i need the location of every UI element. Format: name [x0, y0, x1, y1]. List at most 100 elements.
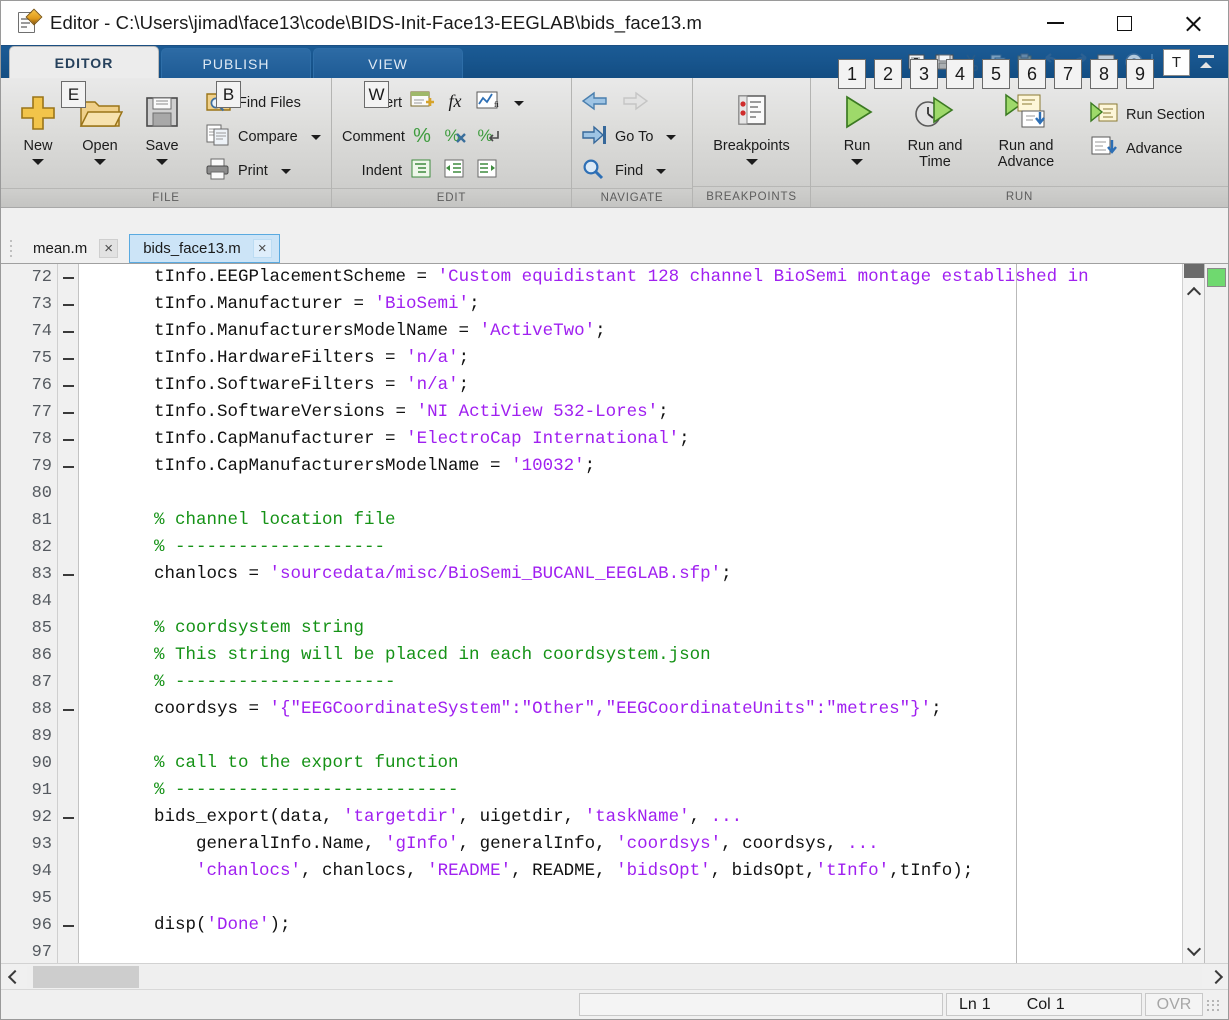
breakpoints-button[interactable]: Breakpoints: [693, 84, 810, 165]
scroll-right-button[interactable]: [1204, 965, 1228, 989]
run-section-button[interactable]: Run Section: [1087, 98, 1205, 132]
code-token: tInfo.Manufacturer =: [112, 294, 375, 314]
smart-indent-icon[interactable]: [409, 157, 435, 186]
horizontal-scrollbar-thumb[interactable]: [33, 965, 139, 988]
find-files-label: Find Files: [238, 95, 301, 111]
print-button[interactable]: Print: [203, 154, 321, 188]
new-dropdown-caret-icon[interactable]: [32, 159, 44, 165]
breakpoint-dash-icon[interactable]: [63, 412, 74, 414]
code-token: % This string will be placed in each coo…: [112, 645, 711, 665]
save-button[interactable]: Save: [131, 84, 193, 165]
indent-left-icon[interactable]: [475, 157, 501, 186]
compare-dropdown-caret-icon[interactable]: [310, 134, 321, 140]
breakpoint-dash-icon[interactable]: [63, 466, 74, 468]
go-to-button[interactable]: Go To: [578, 120, 677, 154]
minimize-button[interactable]: [1021, 1, 1090, 45]
vertical-scrollbar-thumb[interactable]: [1184, 264, 1204, 278]
insert-dropdown-caret-icon[interactable]: [514, 100, 524, 106]
run-and-time-button[interactable]: Run and Time: [893, 84, 977, 170]
code-token: , bidsOpt,: [710, 861, 816, 881]
back-arrow-icon[interactable]: [580, 89, 610, 118]
print-dropdown-caret-icon[interactable]: [280, 168, 291, 174]
tab-publish[interactable]: PUBLISH: [161, 48, 311, 78]
comment-button[interactable]: Comment % % %: [340, 120, 571, 154]
code-token: 'gInfo': [385, 834, 459, 854]
chevron-left-icon: [8, 971, 19, 982]
text-tool-button[interactable]: T: [1163, 48, 1190, 76]
maximize-button[interactable]: [1090, 1, 1159, 45]
insert-figure-icon[interactable]: fi: [475, 89, 501, 118]
comment-percent-icon[interactable]: %: [409, 123, 435, 152]
breakpoints-dropdown-caret-icon[interactable]: [745, 159, 758, 165]
find-button[interactable]: Find: [578, 154, 676, 188]
scroll-down-button[interactable]: [1184, 937, 1204, 961]
line-number: 85: [31, 619, 52, 638]
breakpoint-dash-icon[interactable]: [63, 277, 74, 279]
advance-button[interactable]: Advance: [1087, 132, 1205, 166]
file-tab-mean[interactable]: mean.m ×: [19, 234, 127, 263]
breakpoint-dash-icon[interactable]: [63, 385, 74, 387]
breakpoint-dash-icon[interactable]: [63, 331, 74, 333]
line-number: 82: [31, 538, 52, 557]
indent-right-icon[interactable]: [442, 157, 468, 186]
scroll-up-button[interactable]: [1184, 280, 1204, 304]
code-analyzer-ok-indicator[interactable]: [1207, 268, 1226, 287]
indent-button[interactable]: Indent: [340, 154, 571, 188]
line-label: Ln: [959, 995, 977, 1013]
find-dropdown-caret-icon[interactable]: [656, 168, 667, 174]
line-number-gutter[interactable]: 72 73 74 75 76 77 78 79 80 81 82 83 84 85 86 87 88 89 90 91…: [1, 264, 79, 963]
tab-view-label: VIEW: [368, 55, 408, 72]
horizontal-scrollbar[interactable]: [1, 963, 1228, 989]
insert-block-icon[interactable]: [409, 89, 435, 118]
run-and-time-icon: [910, 90, 960, 134]
compare-button[interactable]: Compare: [203, 120, 321, 154]
file-tab-bids-face13-close-icon[interactable]: ×: [252, 239, 272, 258]
title-bar: Editor - C:\Users\jimad\face13\code\BIDS…: [1, 1, 1228, 46]
collapse-ribbon-icon[interactable]: [1194, 50, 1218, 74]
tab-editor[interactable]: EDITOR: [9, 46, 159, 78]
code-token: 'ActiveTwo': [479, 321, 596, 341]
run-dropdown-caret-icon[interactable]: [851, 159, 863, 165]
breakpoint-dash-icon[interactable]: [63, 709, 74, 711]
close-button[interactable]: [1159, 1, 1228, 45]
code-token: 'coordsys': [616, 834, 722, 854]
breakpoint-dash-icon[interactable]: [63, 925, 74, 927]
go-to-dropdown-caret-icon[interactable]: [666, 134, 677, 140]
line-number: 94: [31, 862, 52, 881]
file-tab-bids-face13-label: bids_face13.m: [143, 240, 241, 257]
breakpoint-dash-icon[interactable]: [63, 439, 74, 441]
resize-grip[interactable]: [1203, 994, 1225, 1016]
overwrite-mode-indicator[interactable]: OVR: [1145, 993, 1203, 1016]
tab-bar-grip[interactable]: [5, 236, 16, 260]
insert-function-icon[interactable]: fx: [442, 89, 468, 118]
keytip-open: E: [61, 81, 86, 108]
line-number: 86: [31, 646, 52, 665]
breakpoint-dash-icon[interactable]: [63, 817, 74, 819]
horizontal-scroll-track[interactable]: [27, 965, 1202, 988]
run-button[interactable]: Run: [821, 84, 893, 165]
uncomment-icon[interactable]: %: [442, 123, 468, 152]
code-token: , generalInfo,: [458, 834, 617, 854]
run-and-advance-button[interactable]: Run and Advance: [977, 84, 1075, 170]
file-tab-bids-face13[interactable]: bids_face13.m ×: [129, 234, 280, 263]
line-number: 93: [31, 835, 52, 854]
keytip-qat-4: 4: [946, 59, 974, 89]
file-tab-mean-close-icon[interactable]: ×: [99, 239, 119, 258]
ribbon-group-file: New Open Save Find Files Compare Print F…: [1, 78, 331, 207]
code-text-area[interactable]: tInfo.EEGPlacementScheme = 'Custom equid…: [79, 264, 1182, 963]
save-dropdown-caret-icon[interactable]: [156, 159, 168, 165]
new-button[interactable]: New: [7, 84, 69, 165]
wrap-comment-icon[interactable]: %: [475, 123, 501, 152]
code-analyzer-strip[interactable]: [1204, 264, 1228, 963]
breakpoint-dash-icon[interactable]: [63, 574, 74, 576]
vertical-scrollbar[interactable]: [1182, 264, 1204, 963]
scroll-left-button[interactable]: [1, 965, 25, 989]
run-and-advance-icon: [1000, 90, 1052, 134]
file-tab-bar: mean.m × bids_face13.m ×: [1, 229, 1228, 264]
open-dropdown-caret-icon[interactable]: [94, 159, 106, 165]
code-token: 'taskName': [584, 807, 690, 827]
tab-view[interactable]: VIEW: [313, 48, 463, 78]
breakpoint-dash-icon[interactable]: [63, 358, 74, 360]
svg-text:fi: fi: [494, 100, 500, 109]
breakpoint-dash-icon[interactable]: [63, 304, 74, 306]
